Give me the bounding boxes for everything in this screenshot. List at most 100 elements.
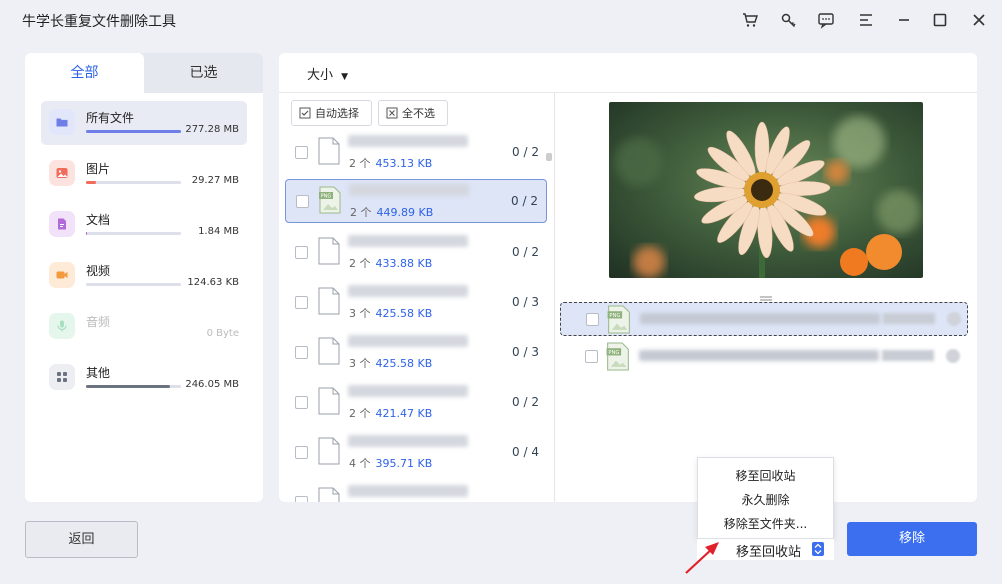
row-checkbox[interactable] — [295, 346, 308, 359]
category-size: 124.63 KB — [187, 277, 239, 288]
usage-bar — [86, 283, 181, 286]
sort-dropdown[interactable]: 大小 ▼ — [307, 64, 348, 83]
file-count: 2 个 — [349, 407, 371, 420]
file-group-row[interactable] — [285, 481, 547, 502]
file-name-blurred — [348, 435, 468, 447]
resize-handle[interactable] — [760, 289, 772, 304]
file-meta: 2 个 453.13 KB — [349, 155, 432, 171]
file-size: 433.88 KB — [375, 257, 433, 270]
file-group-row[interactable]: 2 个 421.47 KB 0 / 2 — [285, 381, 547, 425]
action-dropdown-menu: 移至回收站 永久删除 移除至文件夹... — [697, 457, 834, 539]
png-file-icon: PNG — [319, 186, 341, 214]
category-documents[interactable]: 文档 1.84 MB — [41, 203, 247, 247]
minimize-icon[interactable] — [894, 10, 914, 30]
file-name-blurred — [348, 335, 468, 347]
category-label: 音频 — [86, 315, 111, 329]
file-name-blurred — [348, 135, 468, 147]
duplicate-file-row[interactable]: PNG — [560, 340, 968, 374]
file-icon — [318, 437, 340, 465]
category-audio[interactable]: 音频 0 Byte — [41, 305, 247, 349]
row-checkbox[interactable] — [295, 146, 308, 159]
row-checkbox[interactable] — [295, 296, 308, 309]
file-group-row[interactable]: 4 个 395.71 KB 0 / 4 — [285, 431, 547, 475]
file-count: 2 个 — [349, 257, 371, 270]
file-count: 3 个 — [349, 357, 371, 370]
image-icon — [49, 160, 75, 186]
title-bar: 牛学长重复文件删除工具 — [0, 0, 1002, 40]
file-size: 395.71 KB — [375, 457, 433, 470]
app-title: 牛学长重复文件删除工具 — [22, 14, 176, 30]
auto-select-icon — [299, 107, 311, 119]
category-size: 29.27 MB — [191, 175, 239, 186]
svg-text:PNG: PNG — [608, 350, 619, 356]
svg-text:PNG: PNG — [321, 194, 332, 200]
file-count: 4 个 — [349, 457, 371, 470]
category-size: 246.05 MB — [185, 379, 239, 390]
file-count: 3 个 — [349, 307, 371, 320]
png-file-icon: PNG — [607, 305, 630, 334]
file-group-row[interactable]: 3 个 425.58 KB 0 / 3 — [285, 331, 547, 375]
duplicate-group-list: 2 个 453.13 KB 0 / 2 PNG 2 个 449.89 KB 0 / … — [285, 131, 549, 502]
row-checkbox[interactable] — [296, 195, 309, 208]
category-label: 图片 — [86, 162, 111, 176]
row-checkbox[interactable] — [586, 313, 599, 326]
close-icon[interactable] — [969, 10, 989, 30]
selected-ratio: 0 / 3 — [512, 295, 539, 309]
row-checkbox[interactable] — [585, 350, 598, 363]
key-icon[interactable] — [779, 10, 799, 30]
tab-selected[interactable]: 已选 — [144, 53, 263, 93]
category-all-files[interactable]: 所有文件 277.28 MB — [41, 101, 247, 145]
file-icon — [318, 137, 340, 165]
other-icon — [49, 364, 75, 390]
category-label: 其他 — [86, 366, 111, 380]
file-group-row[interactable]: 3 个 425.58 KB 0 / 3 — [285, 281, 547, 325]
category-video[interactable]: 视频 124.63 KB — [41, 254, 247, 298]
back-button[interactable]: 返回 — [25, 521, 138, 558]
selected-ratio: 0 / 3 — [512, 345, 539, 359]
svg-text:PNG: PNG — [609, 313, 620, 319]
list-scrollbar[interactable] — [546, 153, 552, 161]
file-name-blurred — [348, 485, 468, 497]
remove-button[interactable]: 移除 — [847, 522, 977, 556]
file-group-row[interactable]: 2 个 453.13 KB 0 / 2 — [285, 131, 547, 175]
sort-bar: 大小 ▼ — [279, 53, 977, 93]
deselect-all-button[interactable]: 全不选 — [378, 100, 448, 126]
file-path-blurred — [639, 350, 879, 361]
file-meta: 2 个 433.88 KB — [349, 255, 432, 271]
cart-icon[interactable] — [740, 10, 760, 30]
auto-select-button[interactable]: 自动选择 — [291, 100, 372, 126]
file-name-blurred — [348, 385, 468, 397]
menu-item-permanent-delete[interactable]: 永久删除 — [698, 491, 833, 508]
tab-all[interactable]: 全部 — [25, 53, 144, 93]
row-checkbox[interactable] — [295, 446, 308, 459]
selected-ratio: 0 / 2 — [512, 145, 539, 159]
image-preview — [609, 102, 923, 278]
open-location-icon[interactable] — [946, 349, 960, 363]
duplicate-file-row[interactable]: PNG — [560, 302, 968, 336]
auto-select-label: 自动选择 — [315, 107, 359, 120]
file-icon — [318, 287, 340, 315]
category-panel: 全部 已选 所有文件 277.28 MB 图片 29.27 MB 文档 1.84… — [25, 53, 263, 502]
file-icon — [318, 387, 340, 415]
file-meta: 3 个 425.58 KB — [349, 305, 432, 321]
row-checkbox[interactable] — [295, 496, 308, 502]
action-select-value: 移至回收站 — [736, 545, 802, 560]
file-name-blurred — [349, 184, 469, 196]
feedback-icon[interactable] — [816, 10, 836, 30]
menu-item-recycle-bin[interactable]: 移至回收站 — [698, 467, 833, 484]
sort-label: 大小 — [307, 68, 334, 83]
usage-bar — [86, 130, 181, 133]
row-checkbox[interactable] — [295, 396, 308, 409]
row-checkbox[interactable] — [295, 246, 308, 259]
file-group-row[interactable]: PNG 2 个 449.89 KB 0 / 2 — [285, 179, 547, 223]
open-location-icon[interactable] — [947, 312, 961, 326]
category-other[interactable]: 其他 246.05 MB — [41, 356, 247, 400]
maximize-icon[interactable] — [930, 10, 950, 30]
menu-item-move-to-folder[interactable]: 移除至文件夹... — [698, 515, 833, 532]
selected-ratio: 0 / 2 — [511, 194, 538, 208]
category-images[interactable]: 图片 29.27 MB — [41, 152, 247, 196]
file-group-row[interactable]: 2 个 433.88 KB 0 / 2 — [285, 231, 547, 275]
menu-icon[interactable] — [856, 10, 876, 30]
file-count: 2 个 — [349, 157, 371, 170]
chevron-updown-icon[interactable] — [812, 542, 824, 556]
